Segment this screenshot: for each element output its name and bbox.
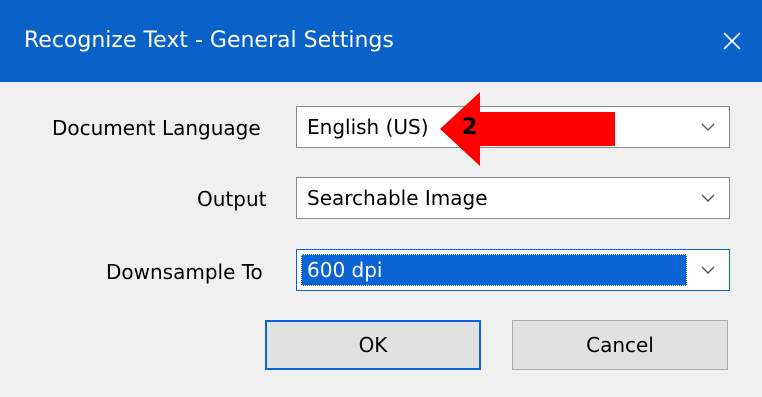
- downsample-label: Downsample To: [106, 260, 263, 284]
- chevron-down-icon[interactable]: [687, 250, 729, 290]
- output-label: Output: [197, 187, 267, 211]
- chevron-down-icon[interactable]: [687, 178, 729, 218]
- close-icon: [723, 32, 741, 50]
- close-button[interactable]: [702, 0, 762, 82]
- output-value: Searchable Image: [307, 186, 488, 210]
- title-bar: Recognize Text - General Settings: [0, 0, 762, 82]
- downsample-dropdown[interactable]: 600 dpi: [296, 249, 730, 291]
- document-language-value: English (US): [307, 115, 429, 139]
- downsample-value: 600 dpi: [307, 258, 383, 282]
- ok-button[interactable]: OK: [265, 320, 481, 370]
- step-number-label: 2: [462, 115, 478, 140]
- output-dropdown[interactable]: Searchable Image: [296, 177, 730, 219]
- document-language-label: Document Language: [52, 116, 261, 140]
- recognize-text-dialog: Recognize Text - General Settings Docume…: [0, 0, 762, 397]
- cancel-button[interactable]: Cancel: [512, 320, 728, 370]
- dialog-title: Recognize Text - General Settings: [24, 28, 394, 53]
- chevron-down-icon[interactable]: [687, 107, 729, 147]
